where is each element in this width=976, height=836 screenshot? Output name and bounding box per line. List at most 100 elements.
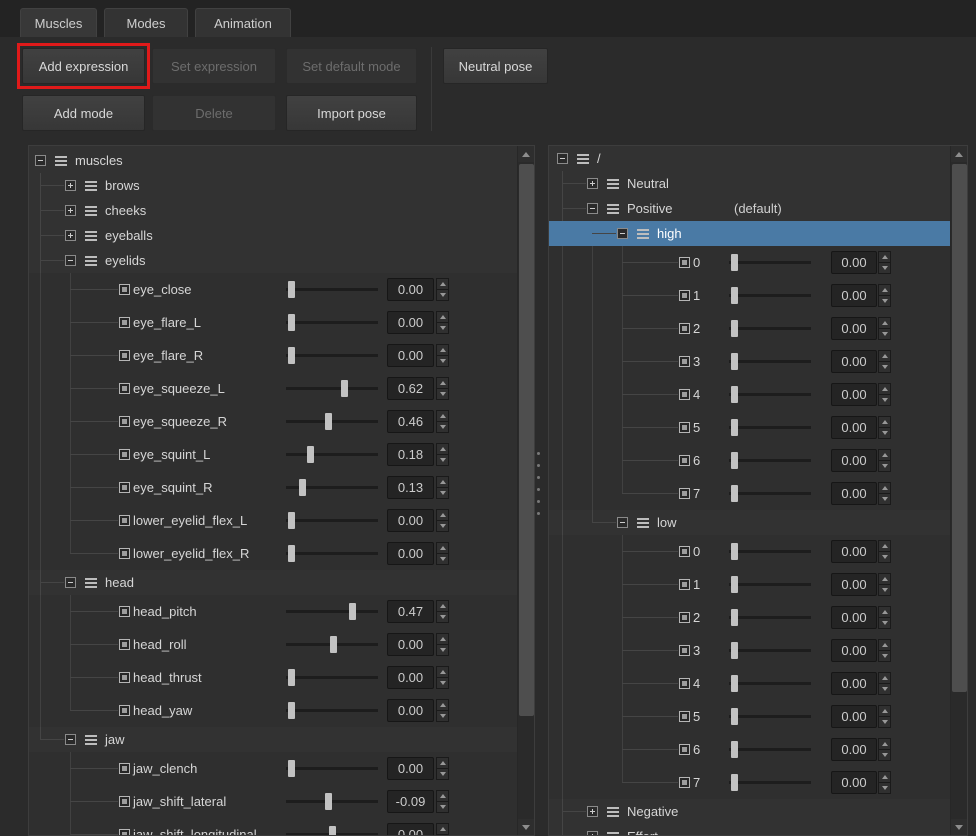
spinner-buttons[interactable]	[878, 317, 891, 340]
muscle-row[interactable]: eye_flare_L 0.00	[29, 306, 517, 339]
slider-handle[interactable]	[329, 826, 336, 835]
slider[interactable]	[729, 386, 811, 403]
spin-down-icon[interactable]	[436, 769, 449, 780]
spin-down-icon[interactable]	[878, 750, 891, 761]
slider[interactable]	[286, 446, 378, 463]
value-field[interactable]: 0.00	[387, 278, 434, 301]
spin-up-icon[interactable]	[878, 449, 891, 461]
spinner-buttons[interactable]	[878, 573, 891, 596]
checkbox-icon[interactable]	[679, 323, 690, 334]
expand-icon[interactable]	[65, 205, 76, 216]
checkbox-icon[interactable]	[679, 612, 690, 623]
spin-down-icon[interactable]	[436, 389, 449, 400]
spin-up-icon[interactable]	[436, 757, 449, 769]
slider-handle[interactable]	[731, 452, 738, 469]
mode-weight-row[interactable]: 4 0.00	[549, 667, 950, 700]
value-field[interactable]: 0.00	[831, 449, 877, 472]
spinner-buttons[interactable]	[436, 699, 449, 722]
value-field[interactable]: 0.00	[387, 509, 434, 532]
checkbox-icon[interactable]	[679, 711, 690, 722]
tab-modes[interactable]: Modes	[104, 8, 188, 37]
tree-group-head[interactable]: head	[29, 570, 517, 595]
slider-handle[interactable]	[288, 314, 295, 331]
slider-handle[interactable]	[731, 708, 738, 725]
value-field[interactable]: 0.00	[387, 823, 434, 835]
slider[interactable]	[286, 479, 378, 496]
spin-up-icon[interactable]	[436, 699, 449, 711]
spin-up-icon[interactable]	[878, 482, 891, 494]
spinner-buttons[interactable]	[878, 639, 891, 662]
expand-icon[interactable]	[587, 178, 598, 189]
value-field[interactable]: 0.00	[831, 705, 877, 728]
spin-up-icon[interactable]	[436, 509, 449, 521]
slider-handle[interactable]	[325, 413, 332, 430]
value-field[interactable]: 0.00	[831, 738, 877, 761]
muscle-row[interactable]: head_thrust 0.00	[29, 661, 517, 694]
slider[interactable]	[286, 545, 378, 562]
spin-down-icon[interactable]	[436, 323, 449, 334]
muscle-row[interactable]: head_yaw 0.00	[29, 694, 517, 727]
spin-down-icon[interactable]	[878, 552, 891, 563]
slider-handle[interactable]	[731, 774, 738, 791]
value-field[interactable]: 0.00	[831, 317, 877, 340]
spin-up-icon[interactable]	[436, 410, 449, 422]
scrollbar-thumb[interactable]	[952, 164, 967, 692]
slider[interactable]	[286, 314, 378, 331]
spinner-buttons[interactable]	[436, 790, 449, 813]
mode-weight-row[interactable]: 5 0.00	[549, 411, 950, 444]
slider-handle[interactable]	[288, 347, 295, 364]
scroll-up-icon[interactable]	[951, 146, 967, 162]
slider[interactable]	[286, 347, 378, 364]
expand-icon[interactable]	[65, 230, 76, 241]
collapse-icon[interactable]	[65, 734, 76, 745]
right-scrollbar[interactable]	[950, 146, 967, 835]
mode-weight-row[interactable]: 7 0.00	[549, 766, 950, 799]
slider-handle[interactable]	[299, 479, 306, 496]
slider-handle[interactable]	[288, 512, 295, 529]
muscle-row[interactable]: head_pitch 0.47	[29, 595, 517, 628]
spin-up-icon[interactable]	[436, 823, 449, 835]
spinner-buttons[interactable]	[878, 705, 891, 728]
spinner-buttons[interactable]	[436, 278, 449, 301]
value-field[interactable]: 0.00	[831, 540, 877, 563]
slider[interactable]	[286, 281, 378, 298]
value-field[interactable]: -0.09	[387, 790, 434, 813]
spinner-buttons[interactable]	[878, 738, 891, 761]
muscle-row[interactable]: eye_squint_L 0.18	[29, 438, 517, 471]
value-field[interactable]: 0.00	[831, 606, 877, 629]
mode-weight-row[interactable]: 3 0.00	[549, 634, 950, 667]
spin-down-icon[interactable]	[436, 488, 449, 499]
slider[interactable]	[729, 419, 811, 436]
slider[interactable]	[729, 452, 811, 469]
checkbox-icon[interactable]	[119, 763, 130, 774]
slider-handle[interactable]	[731, 543, 738, 560]
spin-up-icon[interactable]	[436, 666, 449, 678]
tab-animation[interactable]: Animation	[195, 8, 291, 37]
slider-handle[interactable]	[731, 576, 738, 593]
muscle-row[interactable]: lower_eyelid_flex_R 0.00	[29, 537, 517, 570]
muscle-row[interactable]: eye_flare_R 0.00	[29, 339, 517, 372]
spinner-buttons[interactable]	[878, 251, 891, 274]
spin-down-icon[interactable]	[436, 711, 449, 722]
collapse-icon[interactable]	[35, 155, 46, 166]
checkbox-icon[interactable]	[119, 672, 130, 683]
spin-down-icon[interactable]	[878, 494, 891, 505]
slider-handle[interactable]	[349, 603, 356, 620]
mode-weight-row[interactable]: 6 0.00	[549, 733, 950, 766]
checkbox-icon[interactable]	[119, 416, 130, 427]
left-scrollbar[interactable]	[517, 146, 534, 835]
expand-icon[interactable]	[587, 806, 598, 817]
add-expression-button[interactable]: Add expression	[22, 48, 145, 84]
mode-weight-row[interactable]: 1 0.00	[549, 568, 950, 601]
spin-up-icon[interactable]	[436, 344, 449, 356]
muscle-row[interactable]: jaw_shift_lateral -0.09	[29, 785, 517, 818]
checkbox-icon[interactable]	[679, 645, 690, 656]
spin-up-icon[interactable]	[878, 317, 891, 329]
checkbox-icon[interactable]	[119, 548, 130, 559]
slider[interactable]	[729, 543, 811, 560]
value-field[interactable]: 0.18	[387, 443, 434, 466]
value-field[interactable]: 0.00	[831, 350, 877, 373]
tree-group-low[interactable]: low	[549, 510, 950, 535]
spin-up-icon[interactable]	[436, 633, 449, 645]
spinner-buttons[interactable]	[878, 606, 891, 629]
